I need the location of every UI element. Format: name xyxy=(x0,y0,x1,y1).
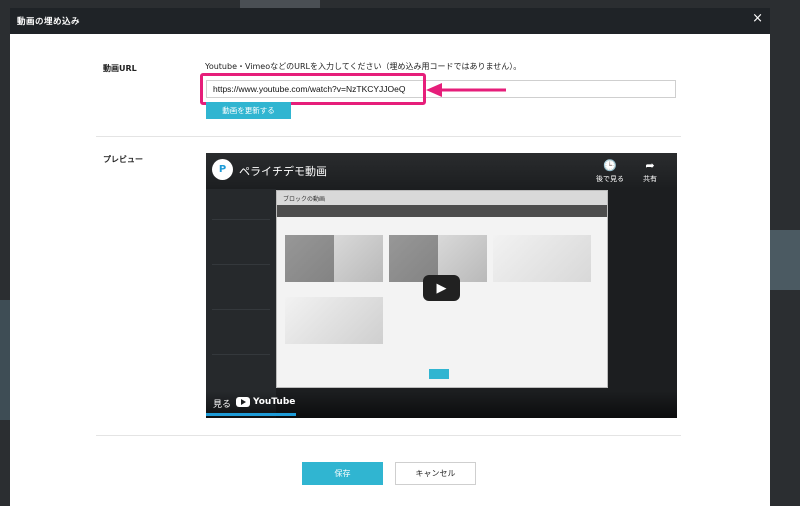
play-icon: ▶ xyxy=(436,280,447,296)
share-button[interactable]: ➦ 共有 xyxy=(643,159,657,184)
url-hint-text: Youtube・VimeoなどのURLを入力してください（埋め込み用コードではあ… xyxy=(205,62,522,71)
frame-ok-button xyxy=(429,369,449,379)
share-label: 共有 xyxy=(643,175,657,183)
modal-header: 動画の埋め込み × xyxy=(10,8,770,34)
embed-video-modal: 動画の埋め込み × 動画URL Youtube・VimeoなどのURLを入力して… xyxy=(10,8,770,506)
sidebar-divider xyxy=(212,264,270,265)
video-sidebar xyxy=(206,189,276,418)
watch-later-label: 後で見る xyxy=(596,175,624,183)
pointer-arrow-icon xyxy=(426,83,506,97)
preview-label: プレビュー xyxy=(103,155,143,164)
video-progress-bar xyxy=(206,413,296,416)
video-preview[interactable]: P ペライチデモ動画 🕒 後で見る ➦ 共有 ブロックの動画 ▶ 見る YouT… xyxy=(206,153,677,418)
background-block xyxy=(0,300,10,420)
youtube-play-icon xyxy=(236,397,250,407)
play-button[interactable]: ▶ xyxy=(423,275,460,301)
youtube-logo[interactable]: YouTube xyxy=(236,397,295,407)
close-icon[interactable]: × xyxy=(752,12,763,25)
save-button[interactable]: 保存 xyxy=(302,462,383,485)
watch-later-button[interactable]: 🕒 後で見る xyxy=(596,159,624,184)
frame-window-title: ブロックの動画 xyxy=(277,191,607,205)
modal-title: 動画の埋め込み xyxy=(17,17,81,27)
video-title[interactable]: ペライチデモ動画 xyxy=(239,163,327,179)
sidebar-divider xyxy=(212,219,270,220)
sidebar-divider xyxy=(212,354,270,355)
update-video-button[interactable]: 動画を更新する xyxy=(206,102,291,119)
channel-initial: P xyxy=(218,164,227,175)
clock-icon: 🕒 xyxy=(603,159,617,172)
frame-thumbnail xyxy=(285,297,383,344)
section-divider xyxy=(96,136,681,137)
youtube-label: YouTube xyxy=(253,397,296,407)
watch-on-label[interactable]: 見る xyxy=(213,397,231,410)
channel-avatar[interactable]: P xyxy=(212,159,233,180)
sidebar-divider xyxy=(212,309,270,310)
frame-thumbnail xyxy=(285,235,383,282)
frame-thumbnail xyxy=(493,235,591,282)
footer-divider xyxy=(96,435,681,436)
url-highlight-box xyxy=(200,73,426,105)
video-top-bar: P ペライチデモ動画 🕒 後で見る ➦ 共有 xyxy=(206,153,677,189)
video-url-label: 動画URL xyxy=(103,64,137,73)
cancel-button[interactable]: キャンセル xyxy=(395,462,476,485)
background-block xyxy=(770,230,800,290)
share-icon: ➦ xyxy=(645,159,655,172)
frame-window-tabs xyxy=(277,205,607,217)
